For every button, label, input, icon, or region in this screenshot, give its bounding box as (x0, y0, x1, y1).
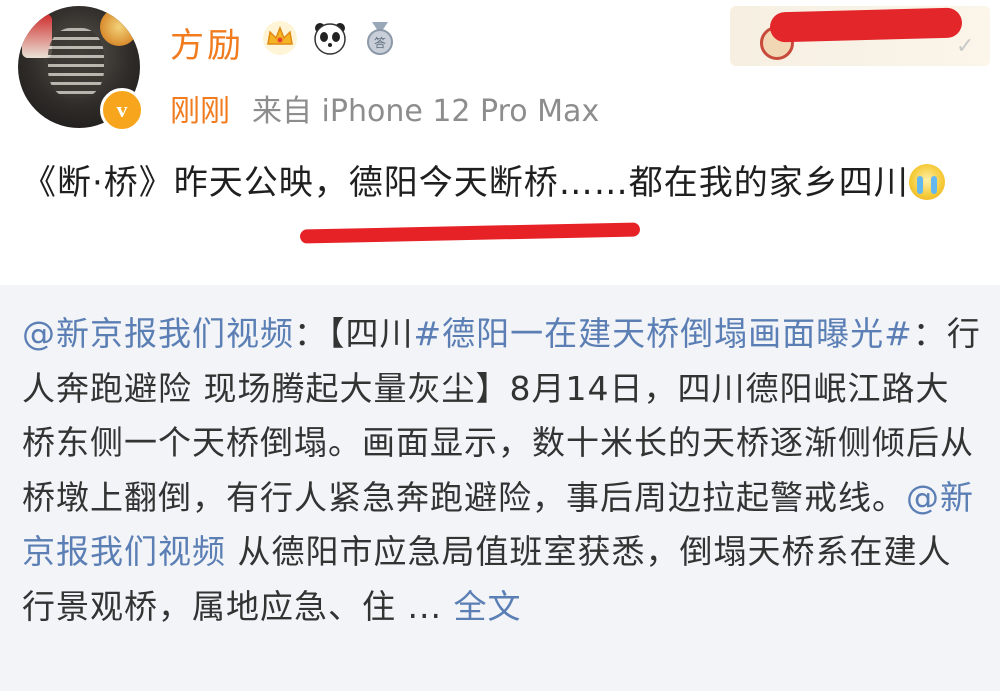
repost-card[interactable]: @新京报我们视频：【四川#德阳一在建天桥倒塌画面曝光#：行人奔跑避险 现场腾起大… (0, 285, 1000, 691)
svg-text:答: 答 (374, 35, 386, 50)
mention-link[interactable]: @新京报我们视频 (22, 314, 294, 353)
avatar[interactable]: v (18, 6, 144, 132)
popcorn-icon (100, 8, 138, 46)
cry-emoji-icon (908, 164, 945, 200)
post-header: ✓ v 方励 答 刚刚 来自 iPhone 12 Pro Max 《断·桥》昨天公… (0, 0, 1000, 285)
post-time: 刚刚 (170, 94, 230, 129)
post-text: 《断·桥》昨天公映，德阳今天断桥……都在我的家乡四川 (22, 152, 972, 214)
repost-text: @新京报我们视频：【四川#德阳一在建天桥倒塌画面曝光#：行人奔跑避险 现场腾起大… (22, 307, 982, 634)
redaction-mark (769, 7, 963, 43)
hashtag-link[interactable]: #德阳一在建天桥倒塌画面曝光# (414, 314, 913, 353)
person-silhouette (48, 28, 104, 98)
post-body: 《断·桥》昨天公映，德阳今天断桥……都在我的家乡四川 (22, 163, 909, 203)
post-meta: 刚刚 来自 iPhone 12 Pro Max (170, 86, 599, 130)
post-source: 来自 iPhone 12 Pro Max (252, 94, 600, 129)
author-name[interactable]: 方励 (170, 18, 244, 67)
verified-badge-icon: v (100, 88, 144, 132)
expand-full-text-link[interactable]: 全文 (453, 587, 521, 626)
medal-icon[interactable]: 答 (362, 20, 398, 56)
repost-prefix: ：【四川 (294, 314, 414, 353)
annotation-underline (299, 222, 641, 244)
crown-icon[interactable] (262, 20, 298, 56)
chevron-icon: ✓ (956, 34, 975, 59)
panda-icon[interactable] (312, 20, 348, 56)
